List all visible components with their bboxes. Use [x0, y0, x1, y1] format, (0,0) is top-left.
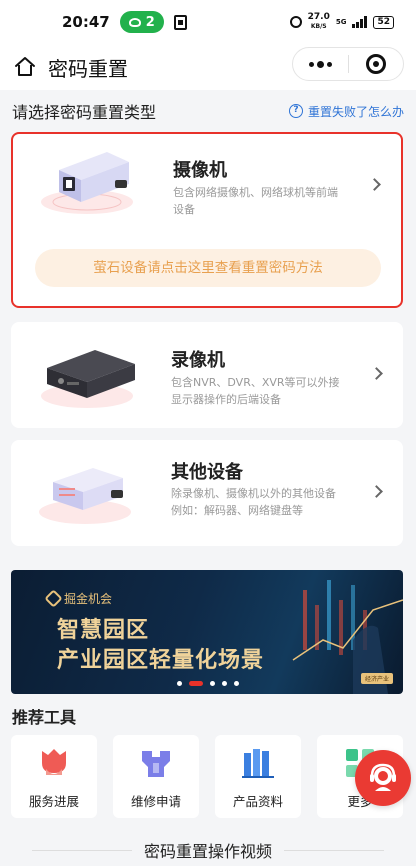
promo-banner[interactable]: 掘金机会 智慧园区 产业园区轻量化场景 经济产业: [11, 570, 403, 694]
chevron-right-icon: [368, 178, 381, 191]
wechat-icon: [128, 17, 141, 27]
camera-card-title: 摄像机: [173, 160, 227, 181]
status-left: 20:47 2: [62, 11, 187, 33]
status-time: 20:47: [62, 13, 110, 31]
battery-indicator: 52: [373, 15, 394, 29]
nav-bar: 密码重置: [0, 44, 416, 90]
camera-illustration-icon: [41, 152, 133, 214]
camera-card[interactable]: 摄像机 包含网络摄像机、网络球机等前端设备 萤石设备请点击这里查看重置密码方法: [11, 132, 403, 308]
close-target-icon: [365, 54, 386, 74]
tool-product-docs[interactable]: 产品资料: [215, 735, 301, 818]
status-right: 27.0 KB/S 5G 52: [289, 13, 394, 31]
tool-label: 维修申请: [130, 794, 181, 809]
signal-icon: [352, 16, 368, 28]
video-section-title: 密码重置操作视频: [143, 842, 272, 861]
wechat-notification-badge: 2: [119, 11, 164, 33]
banner-logo: 掘金机会: [44, 589, 113, 608]
section-header: 请选择密码重置类型 ? 重置失败了怎么办: [0, 92, 416, 130]
recorder-illustration-icon: [41, 350, 135, 408]
other-devices-card-title: 其他设备: [171, 462, 243, 483]
banner-logo-icon: [44, 589, 63, 608]
question-icon: ?: [288, 104, 303, 118]
help-link-label: 重置失败了怎么办: [307, 104, 404, 119]
network-type: 5G: [335, 18, 347, 26]
banner-dot[interactable]: [177, 681, 182, 686]
banner-dot[interactable]: [234, 681, 239, 686]
tools-row: 服务进展 维修申请 产品资料 更多: [11, 735, 403, 818]
headset-agent-icon: [370, 763, 396, 791]
chevron-right-icon: [370, 367, 383, 380]
status-bar: 20:47 2 27.0 KB/S 5G 52: [0, 0, 416, 44]
banner-dot-active[interactable]: [189, 681, 203, 686]
other-devices-card[interactable]: 其他设备 除录像机、摄像机以外的其他设备例如：解码器、网络键盘等: [11, 440, 403, 546]
home-icon[interactable]: [12, 54, 38, 80]
tool-label: 服务进展: [28, 794, 79, 809]
books-icon: [242, 749, 274, 778]
other-device-illustration-icon: [39, 468, 131, 524]
recorder-card-desc: 包含NVR、DVR、XVR等可以外接显示器操作的后端设备: [171, 376, 340, 406]
other-devices-card-desc: 除录像机、摄像机以外的其他设备例如：解码器、网络键盘等: [171, 487, 336, 517]
recorder-card[interactable]: 录像机 包含NVR、DVR、XVR等可以外接显示器操作的后端设备: [11, 322, 403, 428]
net-speed-value: 27.0: [307, 12, 330, 22]
tool-service-progress[interactable]: 服务进展: [11, 735, 97, 818]
wrench-icon: [142, 751, 170, 777]
tool-repair-request[interactable]: 维修申请: [113, 735, 199, 818]
banner-badge: 经济产业: [360, 673, 393, 684]
alarm-icon: [289, 16, 302, 28]
tool-label: 产品资料: [232, 794, 283, 809]
net-speed-unit: KB/S: [310, 23, 327, 30]
divider-line: [284, 849, 384, 851]
close-miniprogram-button[interactable]: [348, 54, 403, 74]
banner-headline-2: 产业园区轻量化场景: [57, 648, 265, 673]
video-section-header: 密码重置操作视频: [0, 838, 416, 862]
tools-section-title: 推荐工具: [12, 708, 77, 727]
divider-line: [31, 849, 132, 851]
app-notification-icon: [173, 14, 187, 30]
banner-dot[interactable]: [210, 681, 215, 686]
customer-support-button[interactable]: [355, 750, 411, 806]
chevron-right-icon: [370, 485, 383, 498]
wechat-badge-count: 2: [145, 14, 155, 30]
recorder-card-title: 录像机: [171, 350, 225, 371]
tulip-icon: [42, 749, 66, 775]
banner-logo-text: 掘金机会: [64, 592, 113, 606]
page-title: 密码重置: [48, 56, 128, 81]
banner-headline-1: 智慧园区: [57, 618, 150, 643]
banner-dot[interactable]: [222, 681, 227, 686]
camera-card-desc: 包含网络摄像机、网络球机等前端设备: [173, 186, 338, 216]
section-title: 请选择密码重置类型: [12, 103, 157, 122]
reset-failed-help-link[interactable]: ? 重置失败了怎么办: [288, 103, 404, 120]
ezviz-reset-tip-button[interactable]: 萤石设备请点击这里查看重置密码方法: [35, 249, 381, 287]
more-options-button[interactable]: [293, 60, 348, 68]
net-speed: 27.0 KB/S: [308, 13, 330, 31]
miniprogram-capsule: [292, 47, 404, 81]
banner-pagination: [177, 681, 239, 686]
